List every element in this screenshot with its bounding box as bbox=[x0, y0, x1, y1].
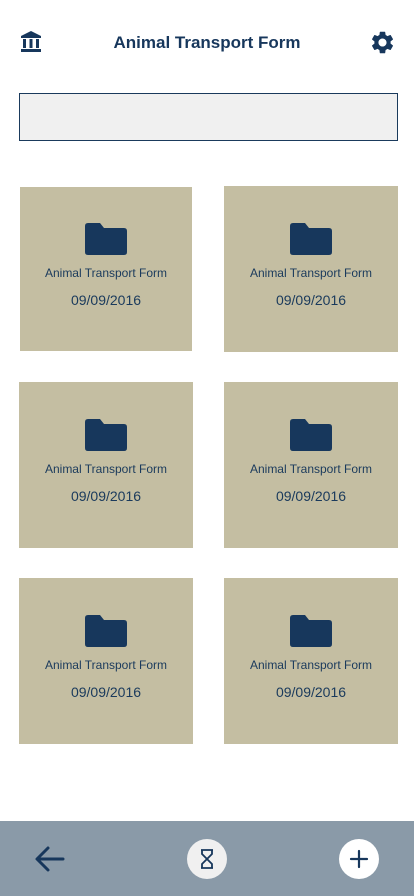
card-title: Animal Transport Form bbox=[249, 266, 373, 280]
folder-icon bbox=[85, 419, 127, 451]
card-date: 09/09/2016 bbox=[275, 684, 347, 700]
card-title: Animal Transport Form bbox=[249, 658, 373, 672]
app-root: Animal Transport Form Animal Transport F… bbox=[0, 0, 414, 896]
card-title: Animal Transport Form bbox=[249, 462, 373, 476]
card-title: Animal Transport Form bbox=[44, 658, 168, 672]
card-date: 09/09/2016 bbox=[70, 684, 142, 700]
history-button[interactable] bbox=[187, 839, 227, 879]
page-title: Animal Transport Form bbox=[113, 33, 301, 52]
form-card[interactable]: Animal Transport Form 09/09/2016 bbox=[20, 187, 192, 351]
form-card[interactable]: Animal Transport Form 09/09/2016 bbox=[224, 578, 398, 744]
header: Animal Transport Form bbox=[0, 0, 414, 84]
card-date: 09/09/2016 bbox=[70, 292, 142, 308]
form-card[interactable]: Animal Transport Form 09/09/2016 bbox=[224, 186, 398, 352]
search-input[interactable] bbox=[19, 93, 398, 141]
arrow-left-icon bbox=[35, 846, 65, 872]
form-card[interactable]: Animal Transport Form 09/09/2016 bbox=[19, 382, 193, 548]
form-card[interactable]: Animal Transport Form 09/09/2016 bbox=[224, 382, 398, 548]
folder-icon bbox=[290, 223, 332, 255]
add-form-button[interactable] bbox=[339, 839, 379, 879]
card-title: Animal Transport Form bbox=[44, 462, 168, 476]
form-card[interactable]: Animal Transport Form 09/09/2016 bbox=[19, 578, 193, 744]
card-date: 09/09/2016 bbox=[70, 488, 142, 504]
bottom-bar bbox=[0, 821, 414, 896]
folder-icon bbox=[85, 615, 127, 647]
gear-icon[interactable] bbox=[369, 29, 396, 56]
hourglass-icon bbox=[201, 849, 213, 869]
card-date: 09/09/2016 bbox=[275, 292, 347, 308]
folder-icon bbox=[290, 615, 332, 647]
folder-icon bbox=[290, 419, 332, 451]
back-button[interactable] bbox=[33, 843, 67, 875]
card-title: Animal Transport Form bbox=[44, 266, 168, 280]
plus-icon bbox=[349, 849, 369, 869]
card-date: 09/09/2016 bbox=[275, 488, 347, 504]
folder-icon bbox=[85, 223, 127, 255]
